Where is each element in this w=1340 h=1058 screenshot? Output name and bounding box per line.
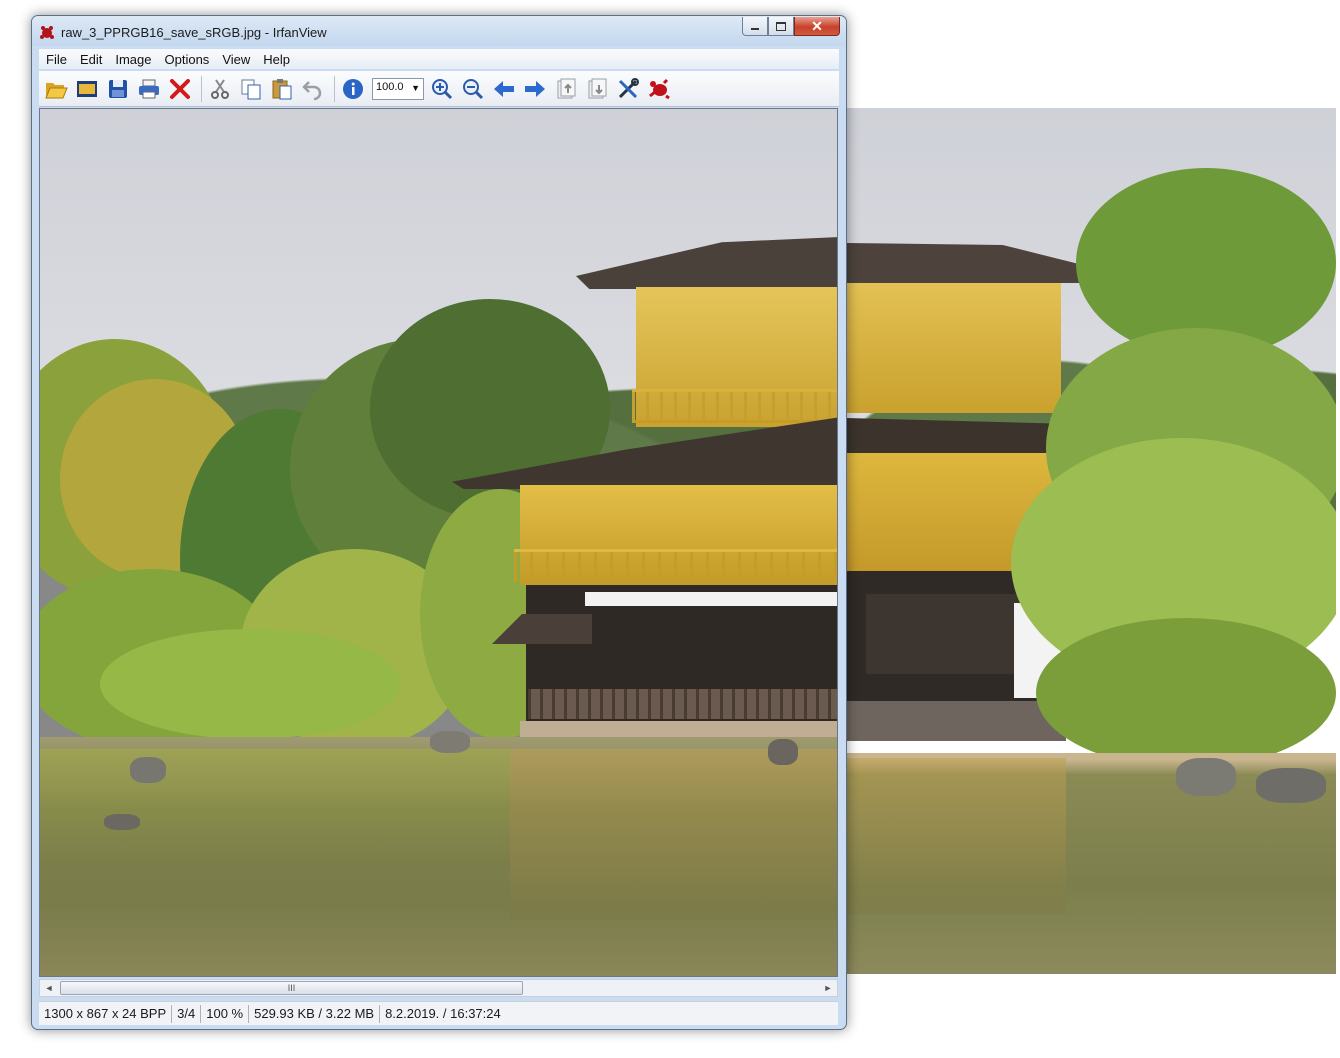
delete-icon [170, 78, 190, 99]
copy-icon [241, 79, 261, 99]
first-page-icon [557, 78, 576, 98]
irfanview-window: raw_3_PPRGB16_save_sRGB.jpg - IrfanView … [31, 15, 847, 1030]
image-viewport[interactable] [39, 108, 838, 977]
background-photo [846, 108, 1336, 974]
about-button[interactable] [645, 75, 673, 103]
scrollbar-grip: III [287, 983, 296, 993]
status-zoom: 100 % [201, 1004, 250, 1023]
save-icon [109, 79, 127, 98]
delete-button[interactable] [166, 75, 194, 103]
print-button[interactable] [135, 75, 163, 103]
zoom-value: 100.0 [376, 80, 404, 93]
settings-tools-icon [618, 77, 639, 98]
menu-edit[interactable]: Edit [73, 52, 108, 67]
close-button[interactable]: ✕ [794, 17, 840, 36]
zoom-combobox[interactable]: 100.0 ▼ [372, 77, 424, 100]
maximize-icon [776, 21, 786, 31]
status-file-size: 529.93 KB / 3.22 MB [249, 1004, 381, 1023]
menu-options[interactable]: Options [158, 52, 216, 67]
menu-bar: File Edit Image Options View Help [39, 49, 839, 69]
first-page-button[interactable] [552, 75, 580, 103]
toolbar: 100.0 ▼ [39, 71, 839, 107]
zoom-in-icon [432, 78, 453, 99]
close-icon: ✕ [811, 17, 823, 34]
scroll-right-icon[interactable]: ► [821, 982, 835, 994]
info-button[interactable] [339, 75, 367, 103]
horizontal-scrollbar[interactable]: ◄ III ► [39, 979, 838, 997]
cut-button[interactable] [206, 75, 234, 103]
undo-button[interactable] [299, 75, 327, 103]
next-image-button[interactable] [521, 75, 549, 103]
paste-button[interactable] [268, 75, 296, 103]
irfanview-app-icon[interactable] [39, 24, 55, 40]
menu-file[interactable]: File [39, 52, 73, 67]
menu-view[interactable]: View [215, 52, 256, 67]
caption-buttons: ✕ [742, 17, 840, 36]
previous-arrow-icon [494, 80, 514, 97]
slideshow-icon [77, 80, 97, 97]
status-dimensions: 1300 x 867 x 24 BPP [39, 1004, 173, 1023]
last-page-button[interactable] [583, 75, 611, 103]
toolbar-separator [201, 75, 202, 102]
scrollbar-thumb[interactable]: III [60, 981, 523, 995]
minimize-button[interactable] [742, 17, 768, 36]
next-arrow-icon [525, 80, 545, 97]
toolbar-separator [334, 75, 335, 102]
zoom-out-button[interactable] [459, 75, 487, 103]
displayed-photo [40, 109, 837, 976]
maximize-button[interactable] [768, 17, 794, 36]
last-page-icon [588, 78, 607, 98]
window-title: raw_3_PPRGB16_save_sRGB.jpg - IrfanView [61, 25, 327, 40]
status-datetime: 8.2.2019. / 16:37:24 [385, 1005, 501, 1021]
print-icon [139, 79, 159, 98]
open-folder-icon [45, 82, 68, 98]
info-icon [343, 78, 363, 99]
cut-icon [211, 78, 229, 99]
minimize-icon [751, 28, 759, 30]
paste-icon [272, 78, 292, 99]
previous-image-button[interactable] [490, 75, 518, 103]
irfanview-logo-icon [649, 78, 670, 99]
zoom-in-button[interactable] [428, 75, 456, 103]
zoom-out-icon [463, 78, 484, 99]
scroll-left-icon[interactable]: ◄ [42, 982, 56, 994]
title-bar[interactable]: raw_3_PPRGB16_save_sRGB.jpg - IrfanView … [32, 16, 846, 46]
chevron-down-icon[interactable]: ▼ [411, 83, 420, 93]
open-button[interactable] [42, 75, 70, 103]
undo-icon [302, 80, 322, 100]
settings-button[interactable] [614, 75, 642, 103]
copy-button[interactable] [237, 75, 265, 103]
status-bar: 1300 x 867 x 24 BPP 3/4 100 % 529.93 KB … [39, 1001, 838, 1025]
save-button[interactable] [104, 75, 132, 103]
menu-image[interactable]: Image [108, 52, 157, 67]
status-index: 3/4 [172, 1004, 202, 1023]
menu-help[interactable]: Help [256, 52, 296, 67]
slideshow-button[interactable] [73, 75, 101, 103]
